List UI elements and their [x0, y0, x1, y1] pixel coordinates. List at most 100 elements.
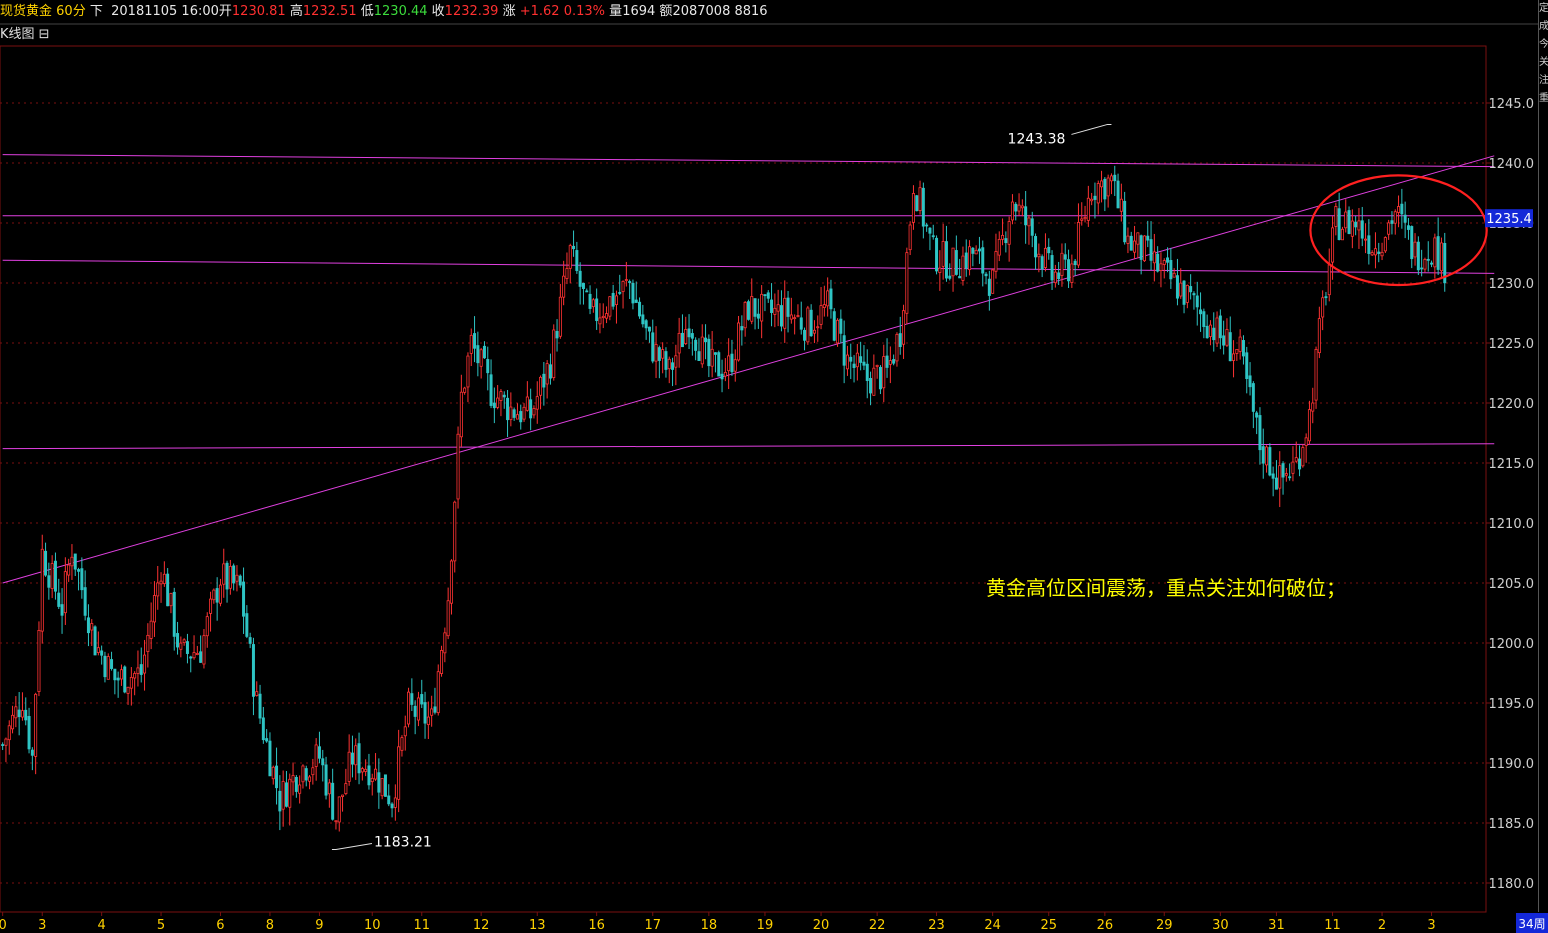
y-tick-label: 1200.0 [1489, 637, 1535, 652]
candle-body [238, 575, 242, 586]
candle-body [1232, 353, 1236, 361]
candle-body [852, 363, 856, 368]
open-value: 1230.81 [231, 4, 286, 19]
candle-body [103, 655, 107, 678]
candle-body [403, 726, 407, 737]
candle-body [195, 653, 199, 655]
candle-body [476, 345, 480, 364]
candle-body [1235, 348, 1239, 354]
candle-body [822, 304, 826, 308]
instrument-name[interactable]: 现货黄金 [0, 4, 52, 19]
candle-body [469, 334, 473, 354]
candle-body [261, 717, 265, 741]
candle-body [1367, 235, 1371, 254]
candle-body [1076, 221, 1080, 266]
candle-body [344, 783, 348, 795]
candle-body [1410, 226, 1414, 260]
candle-body [614, 295, 618, 305]
candle-body [1182, 280, 1186, 305]
candle-body [902, 310, 906, 345]
candle-body [47, 575, 51, 588]
x-tick-label: 2 [1378, 918, 1386, 933]
y-tick-label: 1240.0 [1489, 157, 1535, 172]
candle-body [251, 644, 255, 697]
minus-box-icon[interactable]: ⊟ [39, 27, 50, 42]
candle-body [380, 778, 384, 797]
candle-body [1314, 349, 1318, 401]
candle-body [20, 710, 24, 718]
candle-body [816, 326, 820, 329]
candle-body [565, 268, 569, 279]
candle-body [766, 292, 770, 299]
candle-body [667, 358, 671, 370]
candle-body [169, 593, 173, 607]
candle-body [212, 589, 216, 601]
candle-body [1192, 293, 1196, 296]
candle-body [377, 772, 381, 793]
candle-body [291, 775, 295, 783]
right-panel-strip[interactable]: 定成今关注重 [1538, 0, 1548, 912]
candle-body [826, 290, 830, 307]
candle-body [829, 288, 833, 310]
candle-body [1321, 297, 1325, 318]
candle-body [298, 784, 302, 794]
candle-body [542, 373, 546, 388]
week-label: 34周 [1518, 917, 1545, 931]
candle-body [832, 311, 836, 341]
change-percent: 0.13% [563, 4, 606, 19]
candle-body [892, 359, 896, 364]
open-label: 开 [218, 4, 232, 19]
candle-body [1268, 447, 1272, 476]
candle-body [1245, 352, 1249, 380]
candle-body [836, 319, 840, 344]
candle-body [96, 647, 100, 653]
grid-lines [0, 23, 1538, 913]
low-value: 1230.44 [373, 4, 428, 19]
candle-body [737, 322, 741, 361]
candle-body [426, 716, 430, 726]
candle-body [159, 580, 163, 585]
period-label[interactable]: 60分 [56, 4, 86, 19]
candle-body [713, 352, 717, 355]
candle-body [1024, 206, 1028, 226]
candle-body [773, 307, 777, 315]
candle-body [1212, 327, 1216, 341]
candle-body [991, 269, 995, 294]
candle-body [743, 301, 747, 329]
candle-body [1027, 217, 1031, 227]
candle-body [997, 238, 1001, 256]
candle-body [1185, 284, 1189, 303]
right-strip-char: 成 [1539, 21, 1548, 32]
x-tick-label: 13 [529, 918, 546, 933]
candle-body [779, 305, 783, 327]
candle-body [621, 281, 625, 292]
candle-body [1258, 415, 1262, 451]
candle-body [644, 320, 648, 329]
candle-body [24, 709, 28, 721]
candle-body [1175, 275, 1179, 299]
candle-body [258, 693, 262, 719]
candle-body [459, 391, 463, 438]
candle-body [301, 765, 305, 783]
candle-body [591, 299, 595, 308]
candle-body [595, 298, 599, 321]
candle-body [694, 339, 698, 351]
candle-body [489, 374, 493, 406]
candle-body [1380, 251, 1384, 257]
candle-body [1156, 253, 1160, 272]
candle-body [1096, 183, 1100, 204]
candle-body [951, 247, 955, 277]
candle-body [113, 668, 117, 681]
candle-body [865, 363, 869, 381]
candle-body [34, 693, 38, 757]
candle-body [545, 363, 549, 385]
candle-body [185, 641, 189, 654]
candle-body [984, 273, 988, 277]
candle-body [139, 664, 143, 675]
x-tick-label: 12 [473, 918, 490, 933]
candle-body [1172, 272, 1176, 278]
candle-body [1208, 324, 1212, 337]
trend-line [2, 154, 1495, 168]
candle-body [1010, 201, 1014, 221]
candle-body [463, 387, 467, 393]
